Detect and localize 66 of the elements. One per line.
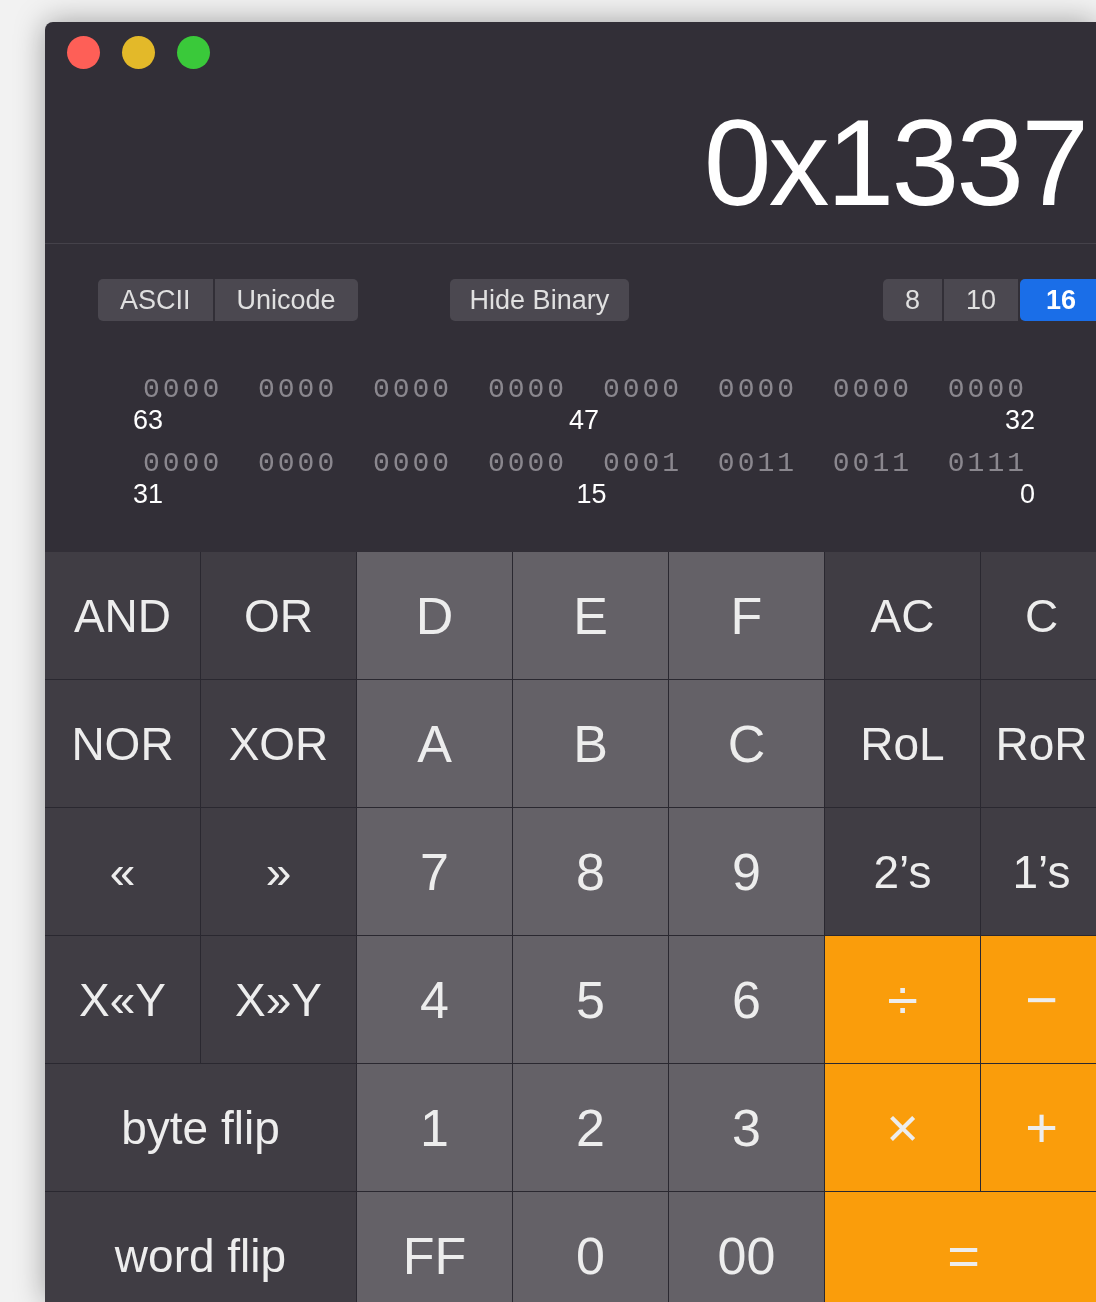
bit-group[interactable]: 0001 [602,448,683,479]
calculator-key[interactable]: 4 [357,936,512,1063]
calculator-key[interactable]: 3 [669,1064,824,1191]
calculator-key[interactable]: B [513,680,668,807]
calculator-key[interactable]: 8 [513,808,668,935]
calculator-key[interactable]: F [669,552,824,679]
encoding-button[interactable]: Unicode [214,279,358,321]
bit-group[interactable]: 0000 [602,374,683,405]
calculator-key[interactable]: » [201,808,356,935]
calculator-key[interactable]: word flip [45,1192,356,1302]
calculator-key[interactable]: 6 [669,936,824,1063]
base-button[interactable]: 16 [1019,279,1096,321]
minimize-button[interactable] [122,35,155,69]
close-button[interactable] [67,35,100,69]
bit-group[interactable]: 0000 [717,374,798,405]
bit-group[interactable]: 0000 [832,374,913,405]
bit-index-label: 32 [1004,405,1035,436]
bit-index-label: 31 [133,479,164,510]
hide-binary-button[interactable]: Hide Binary [449,279,630,321]
calculator-key[interactable]: FF [357,1192,512,1302]
calculator-key[interactable]: 5 [513,936,668,1063]
calculator-key[interactable]: C [669,680,824,807]
calculator-key[interactable]: 2 [513,1064,668,1191]
calculator-key[interactable]: OR [201,552,356,679]
calculator-key[interactable]: 1 [357,1064,512,1191]
base-button[interactable]: 10 [943,279,1018,321]
bit-group[interactable]: 0000 [257,374,338,405]
calculator-key[interactable]: AC [825,552,980,679]
calculator-key[interactable]: 9 [669,808,824,935]
bit-group[interactable]: 0000 [143,374,223,405]
calculator-key[interactable]: RoR [981,680,1096,807]
bit-group[interactable]: 0111 [947,448,1027,479]
calculator-key[interactable]: A [357,680,512,807]
calculator-key[interactable]: X»Y [201,936,356,1063]
bit-group[interactable]: 0011 [717,448,798,479]
calculator-key[interactable]: 2’s [825,808,980,935]
zoom-button[interactable] [177,35,210,69]
calculator-key[interactable]: XOR [201,680,356,807]
bit-group[interactable]: 0000 [257,448,338,479]
calculator-key[interactable]: byte flip [45,1064,356,1191]
calculator-key[interactable]: AND [45,552,200,679]
bit-group[interactable]: 0000 [947,374,1027,405]
calculator-key[interactable]: C [981,552,1096,679]
bit-group[interactable]: 0000 [487,448,568,479]
bit-group[interactable]: 0000 [372,448,453,479]
calculator-key[interactable]: 7 [357,808,512,935]
encoding-button[interactable]: ASCII [98,279,213,321]
calculator-key[interactable]: « [45,808,200,935]
calculator-key[interactable]: NOR [45,680,200,807]
calculator-key[interactable]: 00 [669,1192,824,1302]
calculator-key[interactable]: E [513,552,668,679]
calculator-key[interactable]: RoL [825,680,980,807]
bit-group[interactable]: 0000 [487,374,568,405]
bit-index-label: 47 [568,405,599,436]
calculator-key[interactable]: 1’s [981,808,1096,935]
bit-group[interactable]: 0000 [372,374,453,405]
bit-index-label: 63 [133,405,164,436]
bit-index-label: 0 [1019,479,1035,510]
bit-group[interactable]: 0000 [143,448,223,479]
display-value: 0x1337 [703,101,1086,224]
calculator-key[interactable]: D [357,552,512,679]
calculator-key[interactable]: X«Y [45,936,200,1063]
calculator-key[interactable]: 0 [513,1192,668,1302]
bit-group[interactable]: 0011 [832,448,913,479]
bit-index-label: 15 [576,479,607,510]
base-button[interactable]: 8 [882,279,942,321]
